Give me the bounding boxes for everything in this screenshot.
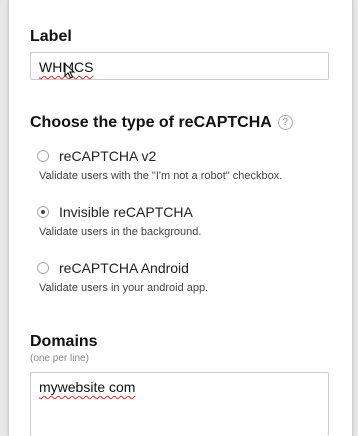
radio-label-recaptcha-v2: reCAPTCHA v2 bbox=[59, 148, 157, 164]
radio-description-recaptcha-v2: Validate users with the "I'm not a robot… bbox=[39, 170, 283, 182]
radio-invisible-recaptcha[interactable] bbox=[37, 206, 49, 218]
domains-hint: (one per line) bbox=[30, 353, 89, 364]
radio-description-recaptcha-android: Validate users in your android app. bbox=[39, 282, 209, 294]
label-heading: Label bbox=[30, 28, 72, 45]
radio-recaptcha-v2[interactable] bbox=[37, 150, 49, 162]
help-icon[interactable]: ? bbox=[277, 115, 293, 130]
recaptcha-settings-panel: Label WHMCS Choose the type of reCAPTCHA… bbox=[8, 0, 353, 436]
recaptcha-type-title: Choose the type of reCAPTCHA bbox=[30, 114, 272, 131]
radio-label-invisible-recaptcha: Invisible reCAPTCHA bbox=[59, 204, 193, 220]
mouse-pointer-icon bbox=[64, 63, 76, 79]
domains-textarea-value: mywebsite com bbox=[39, 379, 136, 395]
domains-textarea[interactable]: mywebsite com bbox=[30, 372, 329, 436]
radio-recaptcha-android[interactable] bbox=[37, 262, 49, 274]
domains-heading: Domains bbox=[30, 333, 98, 350]
radio-label-recaptcha-android: reCAPTCHA Android bbox=[59, 260, 189, 276]
radio-description-invisible-recaptcha: Validate users in the background. bbox=[39, 226, 202, 238]
recaptcha-type-heading: Choose the type of reCAPTCHA? bbox=[30, 114, 293, 132]
